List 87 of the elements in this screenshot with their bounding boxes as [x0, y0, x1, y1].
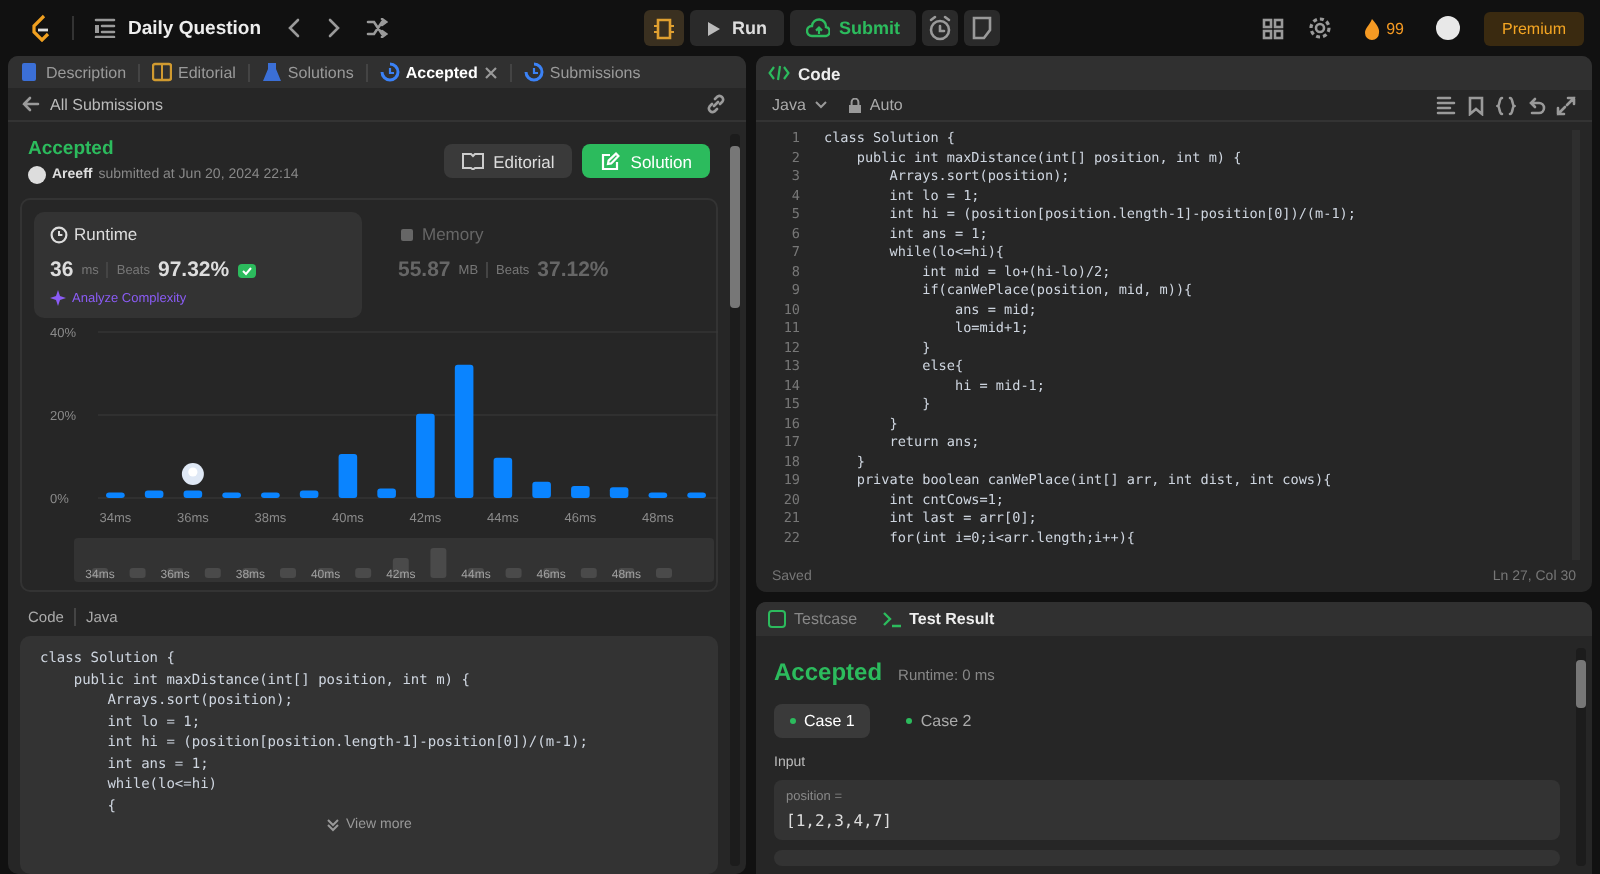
- bar[interactable]: [106, 492, 125, 498]
- note-icon[interactable]: [964, 10, 1000, 46]
- clock-icon: [50, 225, 68, 243]
- bar[interactable]: [609, 487, 629, 498]
- case-tab[interactable]: Case 2: [890, 704, 988, 738]
- chevron-down-icon: [813, 100, 828, 110]
- history-icon: [523, 62, 544, 82]
- bar[interactable]: [571, 485, 590, 498]
- panel-title: Code: [798, 63, 841, 83]
- avatar-marker-icon: [181, 463, 204, 485]
- scrollbar[interactable]: [1576, 648, 1586, 866]
- metric-title: Memory: [422, 224, 484, 244]
- bar[interactable]: [687, 492, 706, 498]
- code-icon: [768, 64, 790, 82]
- range-navigator[interactable]: [74, 538, 714, 582]
- case-tab[interactable]: Case 1: [774, 704, 871, 738]
- book-icon: [461, 152, 484, 170]
- next-icon[interactable]: [325, 18, 342, 38]
- beats-percentage: 37.12%: [537, 258, 609, 282]
- chip-icon: [398, 225, 416, 243]
- settings-icon[interactable]: [1308, 16, 1333, 40]
- bar[interactable]: [377, 488, 396, 498]
- undo-icon[interactable]: [1526, 95, 1546, 115]
- expand-icon[interactable]: [1556, 95, 1576, 115]
- editorial-button[interactable]: Editorial: [443, 144, 573, 178]
- submission-status: Accepted: [28, 138, 116, 160]
- panel-tab[interactable]: Editorial: [148, 62, 240, 82]
- alarm-clock-icon[interactable]: [922, 10, 958, 46]
- back-arrow-icon: [22, 96, 40, 112]
- metric-title: Runtime: [74, 224, 138, 244]
- panel-tab[interactable]: Description: [16, 62, 131, 82]
- document-icon: [20, 62, 40, 82]
- premium-button[interactable]: Premium: [1483, 11, 1584, 45]
- back-link[interactable]: All Submissions: [22, 95, 163, 113]
- braces-icon[interactable]: [1496, 95, 1516, 115]
- avatar-icon[interactable]: [1435, 16, 1460, 40]
- grid-icon[interactable]: [1262, 17, 1285, 39]
- bookmark-icon[interactable]: [1466, 95, 1486, 115]
- bar[interactable]: [493, 457, 513, 498]
- previous-icon[interactable]: [285, 18, 302, 38]
- list-icon[interactable]: [94, 18, 116, 38]
- streak-counter[interactable]: 99: [1356, 13, 1412, 43]
- sparkle-icon: [50, 290, 66, 306]
- scrollbar[interactable]: [730, 134, 740, 866]
- link-icon[interactable]: [706, 94, 726, 114]
- flame-icon: [1364, 17, 1381, 39]
- terminal-icon: [881, 610, 902, 628]
- bar[interactable]: [144, 490, 164, 498]
- history-icon: [379, 62, 400, 82]
- bar[interactable]: [183, 490, 203, 498]
- checkbox-icon: [768, 610, 786, 628]
- bar[interactable]: [648, 492, 668, 498]
- chevron-down-icon: [326, 818, 341, 832]
- panel-tab[interactable]: Submissions: [519, 62, 645, 82]
- submit-button[interactable]: Submit: [789, 10, 916, 46]
- close-icon[interactable]: [483, 65, 498, 79]
- book-icon: [152, 62, 173, 82]
- beats-percentage: 97.32%: [157, 258, 230, 282]
- language-dropdown[interactable]: Java: [772, 96, 828, 114]
- metric-value: 55.87: [398, 258, 451, 282]
- bar[interactable]: [261, 492, 280, 498]
- parameter-value: [1,2,3,4,7]: [786, 812, 894, 830]
- edit-icon: [600, 151, 621, 171]
- result-status: Accepted: [774, 658, 883, 686]
- play-icon: [706, 19, 722, 37]
- bar[interactable]: [532, 481, 551, 498]
- panel-tab[interactable]: Accepted: [375, 62, 502, 82]
- bar[interactable]: [299, 490, 319, 498]
- logo-icon[interactable]: [28, 14, 52, 42]
- problem-list-title[interactable]: Daily Question: [128, 17, 262, 39]
- avatar-icon: [28, 166, 46, 184]
- run-button[interactable]: Run: [690, 10, 783, 46]
- bar[interactable]: [338, 454, 358, 498]
- bar[interactable]: [454, 364, 474, 498]
- auto-mode-toggle[interactable]: Auto: [847, 96, 903, 114]
- console-tab[interactable]: Test Result: [881, 610, 995, 628]
- format-icon[interactable]: [1436, 95, 1456, 115]
- cloud-upload-icon: [805, 18, 829, 38]
- badge-icon: [237, 263, 256, 277]
- console-tab[interactable]: Testcase: [768, 610, 858, 628]
- metric-value: 36: [50, 258, 74, 282]
- lock-icon: [847, 97, 862, 113]
- panel-tab[interactable]: Solutions: [257, 62, 358, 82]
- bar[interactable]: [222, 492, 241, 498]
- flask-icon: [261, 62, 282, 82]
- debug-icon[interactable]: [644, 10, 684, 46]
- shuffle-icon[interactable]: [365, 18, 388, 38]
